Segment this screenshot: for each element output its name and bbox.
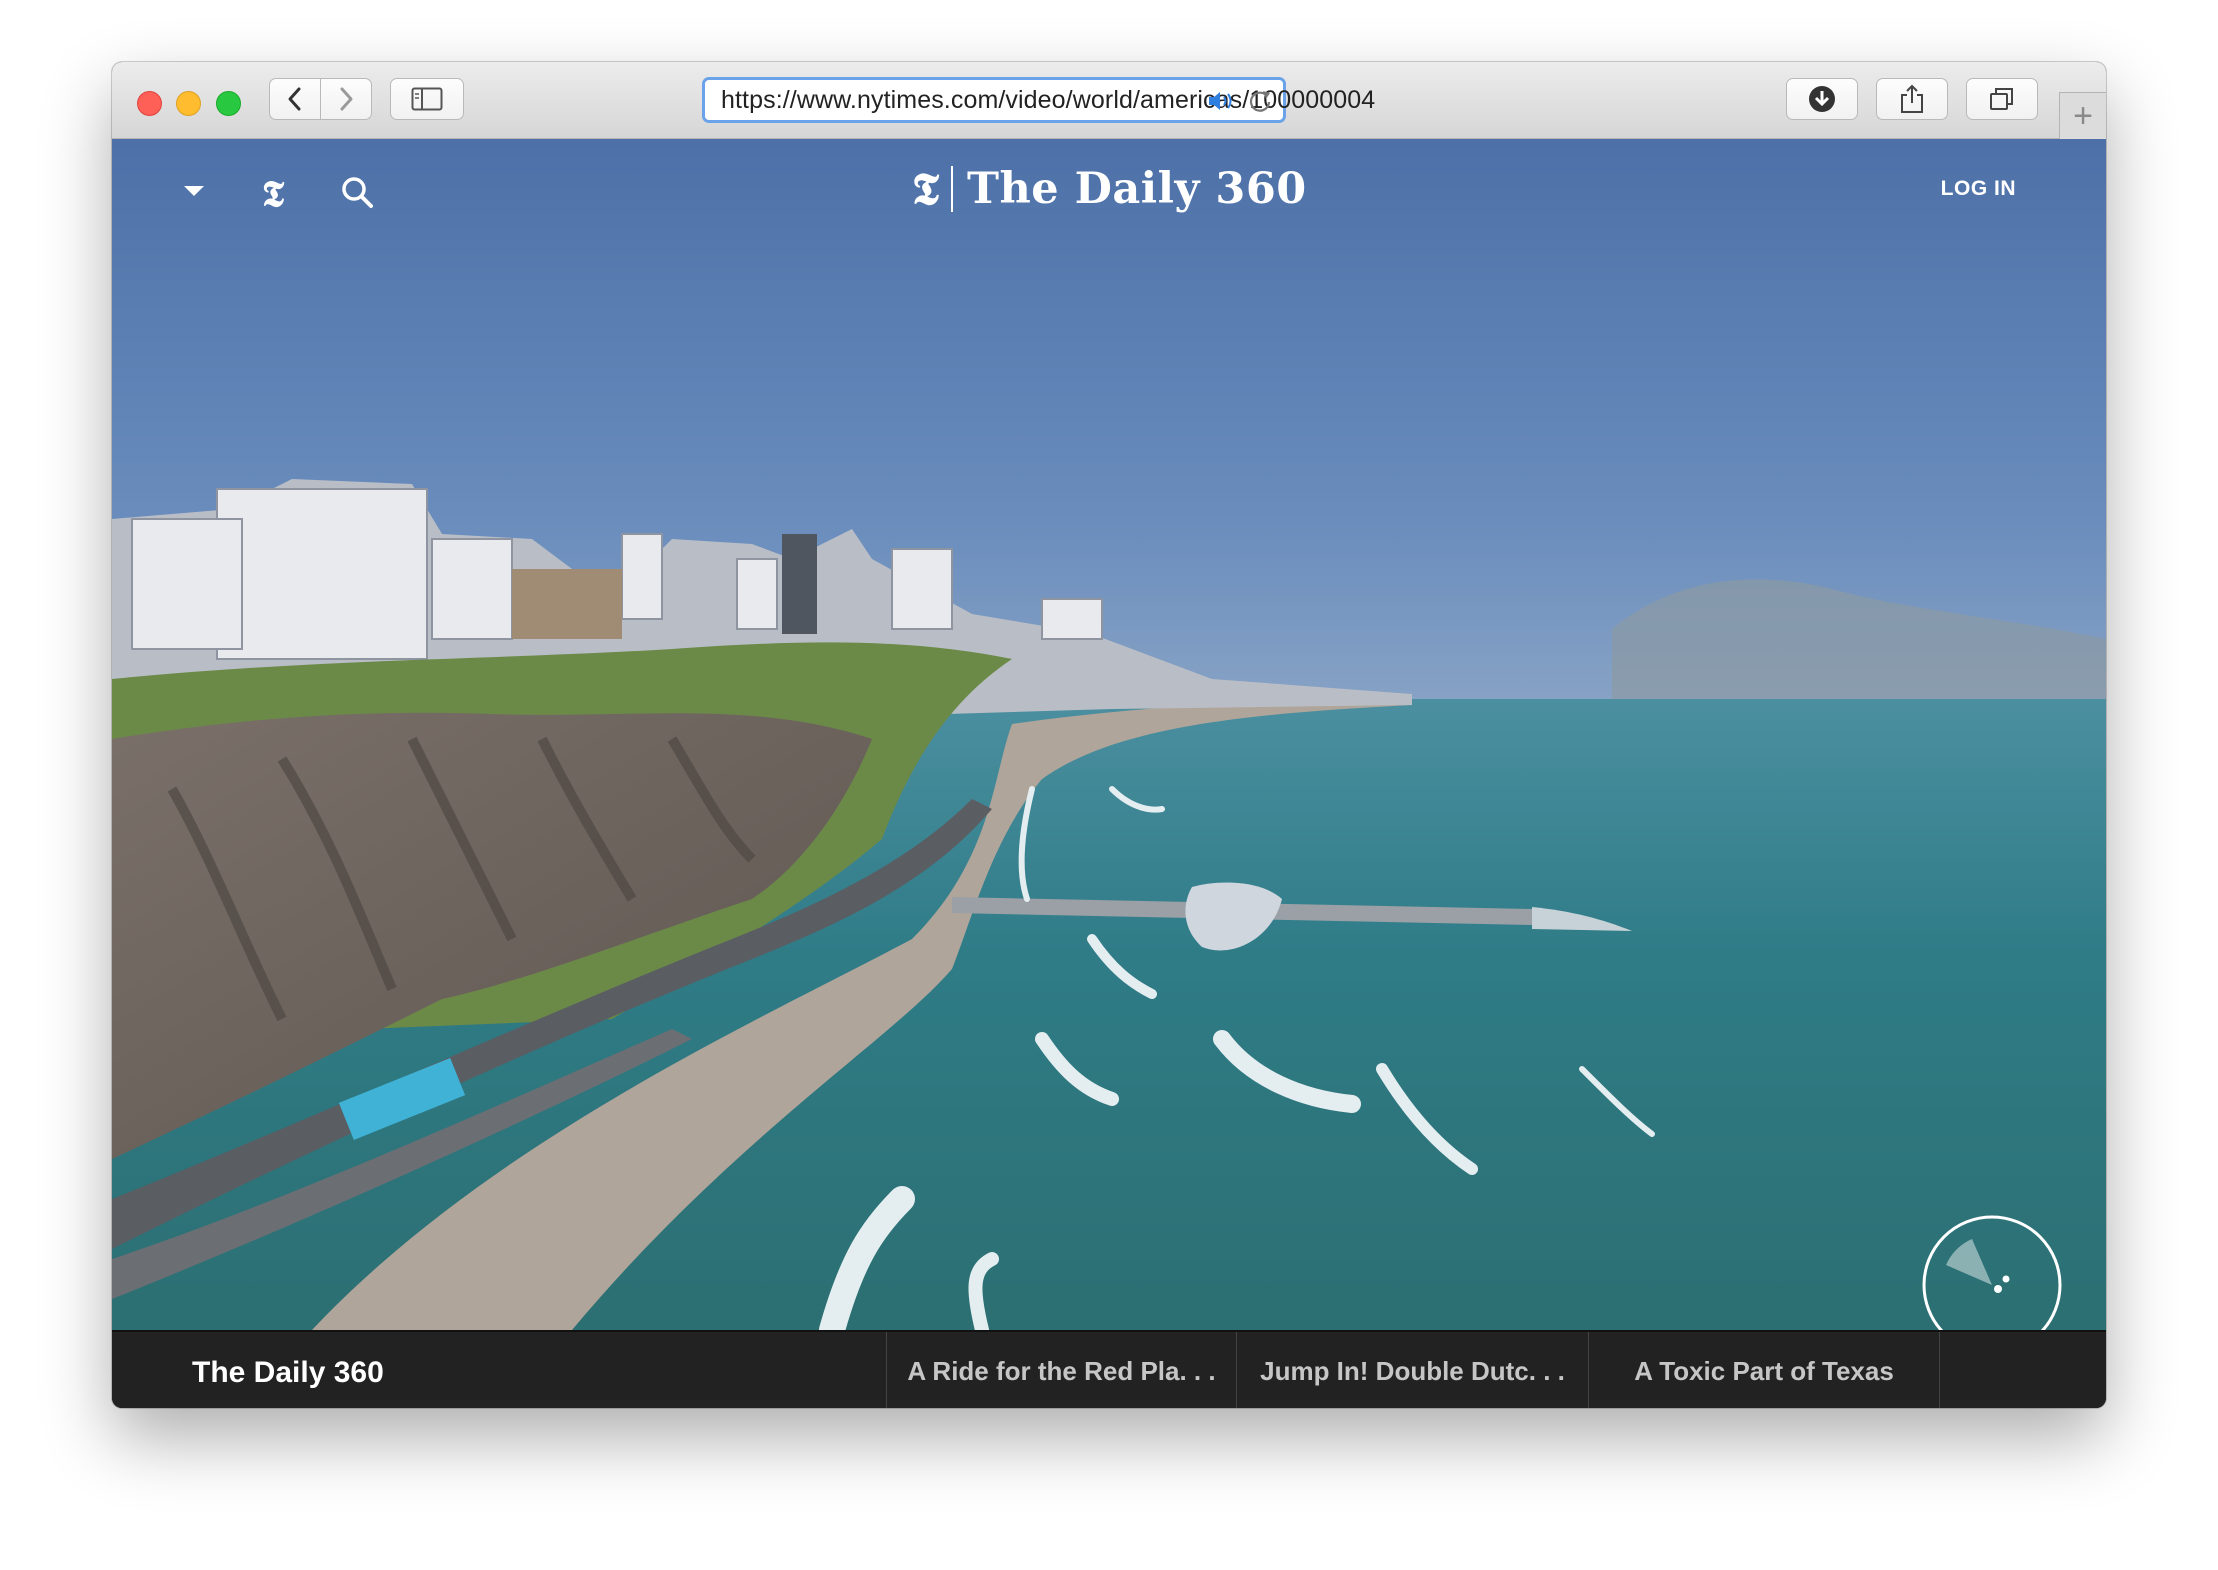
nyt-t-logo-icon: 𝕿 <box>912 163 940 215</box>
forward-button[interactable] <box>320 78 372 120</box>
download-icon <box>1809 86 1835 112</box>
chevron-down-icon[interactable] <box>182 183 206 199</box>
series-title[interactable]: The Daily 360 <box>192 1356 384 1390</box>
sidebar-button[interactable] <box>390 78 464 120</box>
video-frame-aerial-coast <box>112 139 2106 1330</box>
related-video-link[interactable]: A Ride for the Red Pla. . . <box>886 1332 1236 1408</box>
address-bar[interactable]: https://www.nytimes.com/video/world/amer… <box>702 77 1375 123</box>
minimize-window-button[interactable] <box>176 91 201 116</box>
page-content: 𝕿 𝕿 The Daily 360 LOG IN The Daily 360 A… <box>112 139 2106 1408</box>
tabs-overview-button[interactable] <box>1966 78 2038 120</box>
new-tab-button[interactable]: + <box>2059 92 2106 139</box>
back-button[interactable] <box>269 78 321 120</box>
nyt-logo-icon[interactable]: 𝕿 <box>262 173 284 216</box>
reload-icon[interactable] <box>1247 88 1273 114</box>
360-compass-icon[interactable] <box>1920 1213 2064 1330</box>
url-text: https://www.nytimes.com/video/world/amer… <box>721 85 1376 114</box>
login-link[interactable]: LOG IN <box>1941 177 2016 201</box>
share-button[interactable] <box>1876 78 1948 120</box>
site-logo[interactable]: 𝕿 The Daily 360 <box>912 159 1307 219</box>
chevron-left-icon <box>288 87 301 111</box>
chevron-right-icon <box>340 87 353 111</box>
related-videos: A Ride for the Red Pla. . . Jump In! Dou… <box>886 1332 1940 1408</box>
close-window-button[interactable] <box>137 91 162 116</box>
video-360-player[interactable]: 𝕿 𝕿 The Daily 360 LOG IN <box>112 139 2106 1330</box>
share-icon <box>1901 84 1923 113</box>
related-video-link[interactable]: A Toxic Part of Texas <box>1588 1332 1940 1408</box>
audio-playing-icon[interactable] <box>1207 89 1239 113</box>
browser-window: https://www.nytimes.com/video/world/amer… <box>112 62 2106 1408</box>
page-title: The Daily 360 <box>967 164 1307 214</box>
related-video-link[interactable]: Jump In! Double Dutc. . . <box>1236 1332 1588 1408</box>
zoom-window-button[interactable] <box>216 91 241 116</box>
search-icon[interactable] <box>340 175 376 211</box>
logo-separator <box>951 166 954 212</box>
browser-toolbar: https://www.nytimes.com/video/world/amer… <box>112 62 2106 139</box>
tabs-overview-icon <box>1990 88 2013 110</box>
downloads-button[interactable] <box>1786 78 1858 120</box>
sidebar-icon <box>411 87 443 111</box>
video-footer-bar: The Daily 360 A Ride for the Red Pla. . … <box>112 1330 2106 1408</box>
